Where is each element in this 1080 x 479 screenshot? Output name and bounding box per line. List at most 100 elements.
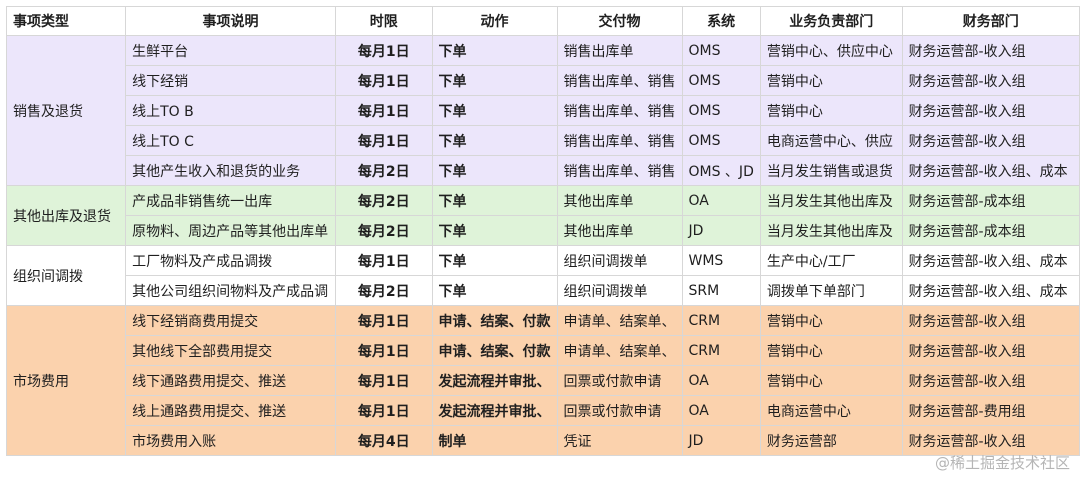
action-cell: 下单	[431, 125, 558, 156]
table-header: 事项类型 事项说明 时限 动作 交付物 系统 业务负责部门 财务部门	[5, 6, 1080, 36]
deliverable-cell: 申请单、结案单、	[556, 335, 683, 366]
header-deadline: 时限	[335, 6, 433, 36]
deliverable-cell: 其他出库单	[556, 215, 683, 246]
description-cell: 线下经销	[125, 65, 336, 96]
deliverable-cell: 回票或付款申请	[556, 365, 683, 396]
system-cell: SRM	[681, 275, 761, 306]
deliverable-cell: 销售出库单	[556, 35, 683, 66]
business-dept-cell: 营销中心	[759, 95, 903, 126]
header-deliverable: 交付物	[556, 6, 683, 36]
system-cell: OMS	[681, 95, 761, 126]
table-row: 市场费用 线下经销商费用提交 每月1日 申请、结案、付款 申请单、结案单、 CRM 营销中心…	[5, 305, 1080, 456]
system-cell: OA	[681, 365, 761, 396]
table-row: 线上TO B 每月1日 下单 销售出库单、销售 OMS 营销中心 财务运营部-收入组	[7, 95, 1080, 126]
description-cell: 线下通路费用提交、推送	[125, 365, 336, 396]
table-row: 线下通路费用提交、推送 每月1日 发起流程并审批、 回票或付款申请 OA 营销中心 财务运营…	[7, 365, 1080, 396]
deadline-cell: 每月1日	[335, 395, 433, 426]
system-cell: OMS 、JD	[681, 155, 761, 186]
system-cell: OA	[681, 395, 761, 426]
description-cell: 市场费用入账	[125, 425, 336, 456]
table-row: 组织间调拨 工厂物料及产成品调拨 每月1日 下单 组织间调拨单 WMS 生产中心/工厂 财务运…	[5, 245, 1080, 306]
deadline-cell: 每月2日	[335, 215, 433, 246]
action-cell: 下单	[431, 95, 558, 126]
table-row: 线上通路费用提交、推送 每月1日 发起流程并审批、 回票或付款申请 OA 电商运营中心 财务…	[7, 395, 1080, 426]
type-cell: 其他出库及退货	[5, 185, 127, 246]
deliverable-cell: 销售出库单、销售	[556, 65, 683, 96]
action-cell: 申请、结案、付款	[431, 335, 558, 366]
description-cell: 其他产生收入和退货的业务	[125, 155, 336, 186]
system-cell: JD	[681, 425, 761, 456]
type-cell: 市场费用	[5, 305, 127, 456]
system-cell: OMS	[681, 35, 761, 66]
system-cell: CRM	[681, 305, 761, 336]
finance-dept-cell: 财务运营部-收入组、成本	[901, 155, 1080, 186]
deliverable-cell: 其他出库单	[556, 185, 683, 216]
action-cell: 下单	[431, 215, 558, 246]
business-dept-cell: 营销中心	[759, 305, 903, 336]
action-cell: 发起流程并审批、	[431, 365, 558, 396]
deadline-cell: 每月1日	[335, 125, 433, 156]
deliverable-cell: 组织间调拨单	[556, 245, 683, 276]
description-cell: 产成品非销售统一出库	[125, 185, 336, 216]
deadline-cell: 每月2日	[335, 185, 433, 216]
deliverable-cell: 销售出库单、销售	[556, 125, 683, 156]
business-dept-cell: 营销中心	[759, 335, 903, 366]
deadline-cell: 每月2日	[335, 155, 433, 186]
action-cell: 发起流程并审批、	[431, 395, 558, 426]
business-dept-cell: 当月发生销售或退货	[759, 155, 903, 186]
deadline-cell: 每月1日	[335, 245, 433, 276]
table-row: 其他线下全部费用提交 每月1日 申请、结案、付款 申请单、结案单、 CRM 营销中心 财务运…	[7, 335, 1080, 366]
description-cell: 其他公司组织间物料及产成品调	[125, 275, 336, 306]
description-cell: 原物料、周边产品等其他出库单	[125, 215, 336, 246]
action-cell: 下单	[431, 65, 558, 96]
table-row: 原物料、周边产品等其他出库单 每月2日 下单 其他出库单 JD 当月发生其他出库及 财务运营…	[7, 215, 1080, 246]
type-cell: 组织间调拨	[5, 245, 127, 306]
deliverable-cell: 回票或付款申请	[556, 395, 683, 426]
business-dept-cell: 营销中心	[759, 65, 903, 96]
system-cell: OA	[681, 185, 761, 216]
finance-dept-cell: 财务运营部-费用组	[901, 395, 1080, 426]
business-dept-cell: 当月发生其他出库及	[759, 185, 903, 216]
deadline-cell: 每月1日	[335, 95, 433, 126]
finance-dept-cell: 财务运营部-成本组	[901, 215, 1080, 246]
business-dept-cell: 当月发生其他出库及	[759, 215, 903, 246]
table-body: 销售及退货 生鲜平台 每月1日 下单 销售出库单 OMS 营销中心、供应中心 财务运营部-收入…	[5, 35, 1080, 456]
table-row: 其他产生收入和退货的业务 每月2日 下单 销售出库单、销售 OMS 、JD 当月发生销售或…	[7, 155, 1080, 186]
header-action: 动作	[431, 6, 558, 36]
action-cell: 下单	[431, 245, 558, 276]
watermark: @稀土掘金技术社区	[934, 454, 1070, 472]
description-cell: 线上通路费用提交、推送	[125, 395, 336, 426]
business-dept-cell: 财务运营部	[759, 425, 903, 456]
header-type: 事项类型	[5, 6, 127, 36]
business-dept-cell: 营销中心、供应中心	[759, 35, 903, 66]
table-row: 线下经销 每月1日 下单 销售出库单、销售 OMS 营销中心 财务运营部-收入组	[7, 65, 1080, 96]
business-dept-cell: 营销中心	[759, 365, 903, 396]
header-finance-dept: 财务部门	[901, 6, 1080, 36]
description-cell: 其他线下全部费用提交	[125, 335, 336, 366]
table-row: 其他公司组织间物料及产成品调 每月2日 下单 组织间调拨单 SRM 调拨单下单部门 财务运营…	[7, 275, 1080, 306]
deliverable-cell: 销售出库单、销售	[556, 155, 683, 186]
action-cell: 下单	[431, 275, 558, 306]
description-cell: 线上TO C	[125, 125, 336, 156]
finance-dept-cell: 财务运营部-收入组	[901, 95, 1080, 126]
system-cell: OMS	[681, 125, 761, 156]
deadline-cell: 每月1日	[335, 365, 433, 396]
finance-dept-cell: 财务运营部-收入组、成本	[901, 245, 1080, 276]
deliverable-cell: 销售出库单、销售	[556, 95, 683, 126]
finance-dept-cell: 财务运营部-收入组	[901, 425, 1080, 456]
action-cell: 下单	[431, 35, 558, 66]
system-cell: JD	[681, 215, 761, 246]
deliverable-cell: 凭证	[556, 425, 683, 456]
description-cell: 线下经销商费用提交	[125, 305, 336, 336]
deadline-cell: 每月4日	[335, 425, 433, 456]
finance-dept-cell: 财务运营部-成本组	[901, 185, 1080, 216]
business-dept-cell: 电商运营中心、供应	[759, 125, 903, 156]
business-dept-cell: 电商运营中心	[759, 395, 903, 426]
business-dept-cell: 生产中心/工厂	[759, 245, 903, 276]
header-description: 事项说明	[125, 6, 336, 36]
business-dept-cell: 调拨单下单部门	[759, 275, 903, 306]
deadline-cell: 每月2日	[335, 275, 433, 306]
deadline-cell: 每月1日	[335, 305, 433, 336]
deadline-cell: 每月1日	[335, 35, 433, 66]
table-row: 市场费用入账 每月4日 制单 凭证 JD 财务运营部 财务运营部-收入组	[7, 425, 1080, 456]
